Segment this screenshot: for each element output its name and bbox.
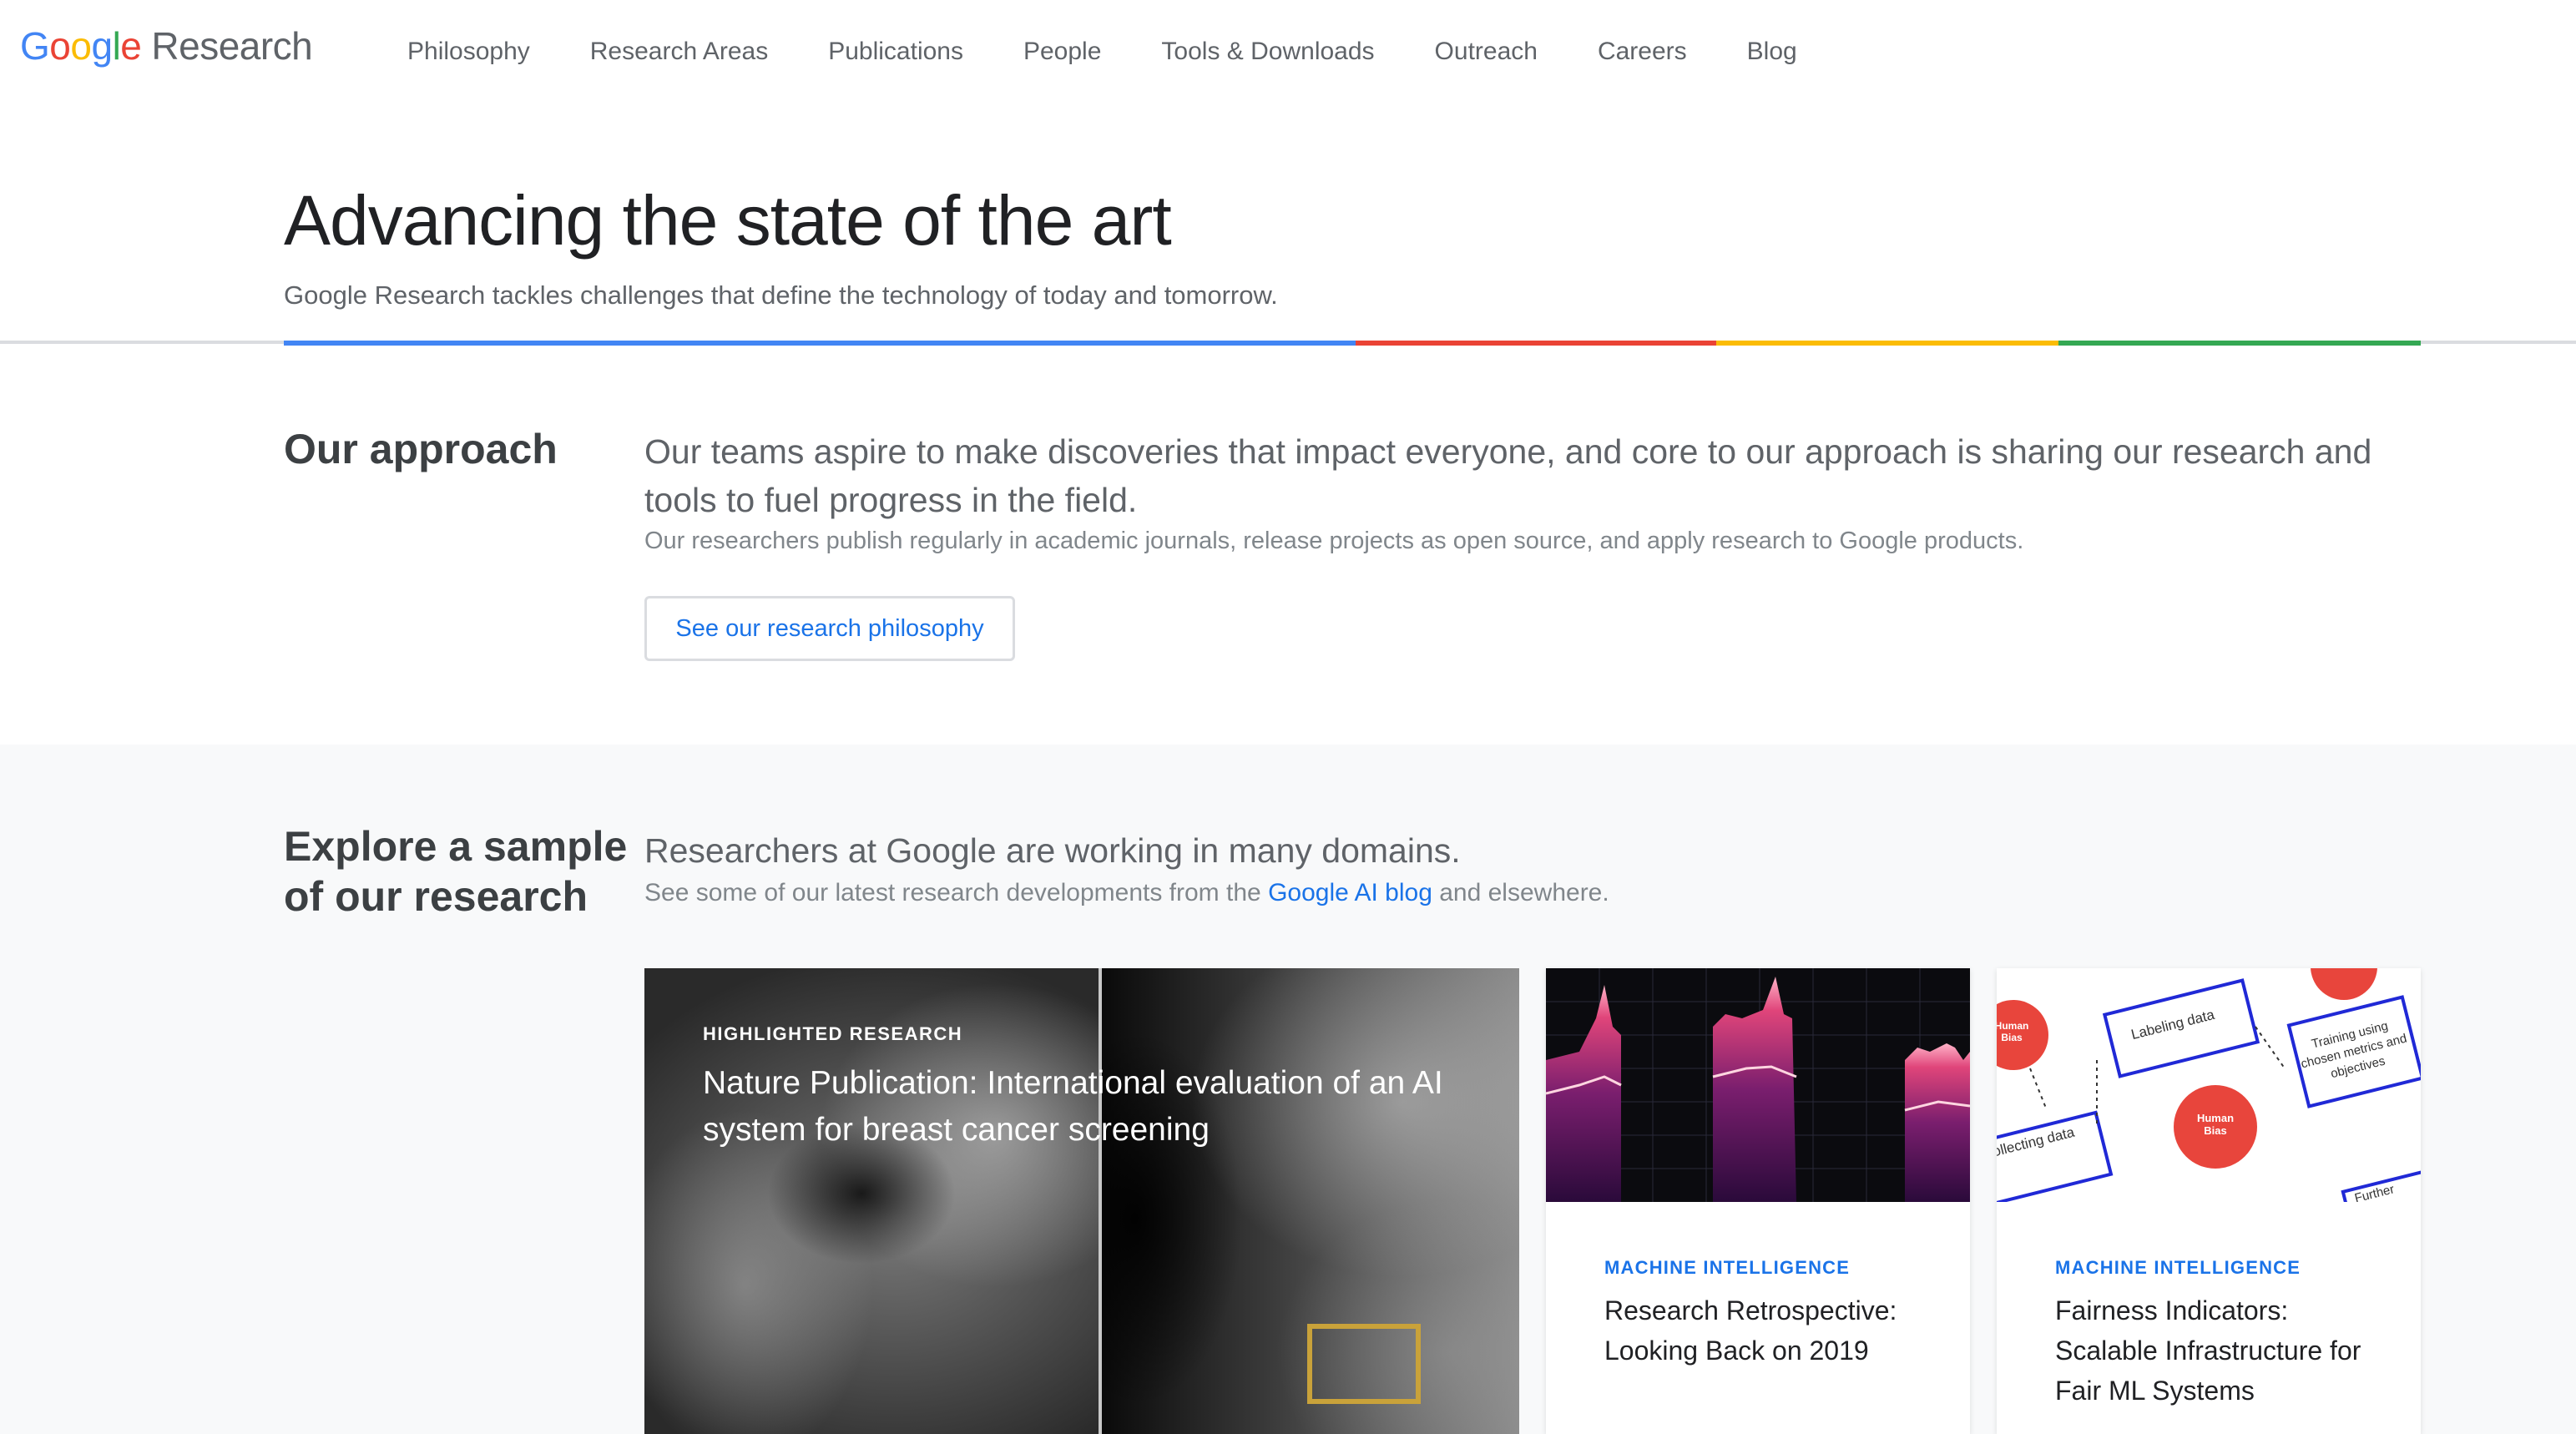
spectrogram-graphic xyxy=(1546,968,1970,1202)
human-bias-label: Human Bias xyxy=(1997,1020,2029,1043)
research-wordmark: Research xyxy=(151,24,313,68)
card-topic: MACHINE INTELLIGENCE xyxy=(1604,1257,1851,1278)
page-subtitle: Google Research tackles challenges that … xyxy=(284,280,1278,310)
nav-outreach[interactable]: Outreach xyxy=(1435,33,1538,70)
google-color-rule xyxy=(284,341,2421,346)
approach-lead: Our teams aspire to make discoveries tha… xyxy=(644,432,2372,519)
rule-segment-yellow xyxy=(1716,341,2058,346)
nav-publications[interactable]: Publications xyxy=(828,33,963,70)
nav-careers[interactable]: Careers xyxy=(1598,33,1687,70)
research-philosophy-button[interactable]: See our research philosophy xyxy=(644,596,1015,661)
main-nav: Philosophy Research Areas Publications P… xyxy=(407,33,1857,70)
nav-blog[interactable]: Blog xyxy=(1747,33,1797,70)
logo-letter: e xyxy=(120,24,142,68)
nav-people[interactable]: People xyxy=(1023,33,1101,70)
featured-research-card[interactable]: HIGHLIGHTED RESEARCH Nature Publication:… xyxy=(644,968,1519,1434)
explore-lead: Researchers at Google are working in man… xyxy=(644,831,1461,870)
approach-heading: Our approach xyxy=(284,426,558,472)
nav-tools-downloads[interactable]: Tools & Downloads xyxy=(1161,33,1374,70)
logo-letter: G xyxy=(20,24,50,68)
fairness-diagram-thumbnail: Labeling data Training using chosen metr… xyxy=(1997,968,2421,1202)
rule-segment-red xyxy=(1356,341,1716,346)
rule-segment-blue xyxy=(284,341,1356,346)
card-title: Fairness Indicators: Scalable Infrastruc… xyxy=(2055,1295,2361,1406)
explore-heading: Explore a sample of our research xyxy=(284,823,628,920)
card-topic: MACHINE INTELLIGENCE xyxy=(2055,1257,2301,1278)
region-of-interest-box xyxy=(1307,1324,1421,1404)
research-card[interactable]: Labeling data Training using chosen metr… xyxy=(1997,968,2421,1434)
site-header: Google Research Philosophy Research Area… xyxy=(0,0,2576,104)
google-wordmark: Google xyxy=(20,23,142,68)
google-research-logo[interactable]: Google Research xyxy=(20,23,313,80)
explore-body: See some of our latest research developm… xyxy=(644,876,1609,910)
featured-headline: Nature Publication: International evalua… xyxy=(703,1065,1443,1148)
logo-letter: l xyxy=(112,24,121,68)
logo-letter: o xyxy=(70,24,92,68)
research-card[interactable]: MACHINE INTELLIGENCE Research Retrospect… xyxy=(1546,968,1970,1434)
approach-body: Our researchers publish regularly in aca… xyxy=(644,528,2024,554)
rule-segment-green xyxy=(2058,341,2421,346)
featured-kicker: HIGHLIGHTED RESEARCH xyxy=(703,1023,963,1044)
fairness-diagram xyxy=(1997,968,2421,1202)
explore-body-suffix: and elsewhere. xyxy=(1439,879,1609,906)
google-ai-blog-link[interactable]: Google AI blog xyxy=(1268,879,1432,906)
nav-philosophy[interactable]: Philosophy xyxy=(407,33,530,70)
spectrogram-thumbnail xyxy=(1546,968,1970,1202)
explore-body-prefix: See some of our latest research developm… xyxy=(644,879,1261,906)
nav-research-areas[interactable]: Research Areas xyxy=(590,33,768,70)
page-title: Advancing the state of the art xyxy=(284,181,1172,260)
logo-letter: o xyxy=(49,24,71,68)
image-divider xyxy=(1099,968,1102,1434)
human-bias-label: Human Bias xyxy=(2196,1112,2235,1137)
logo-letter: g xyxy=(91,24,113,68)
card-title: Research Retrospective: Looking Back on … xyxy=(1604,1295,1897,1366)
